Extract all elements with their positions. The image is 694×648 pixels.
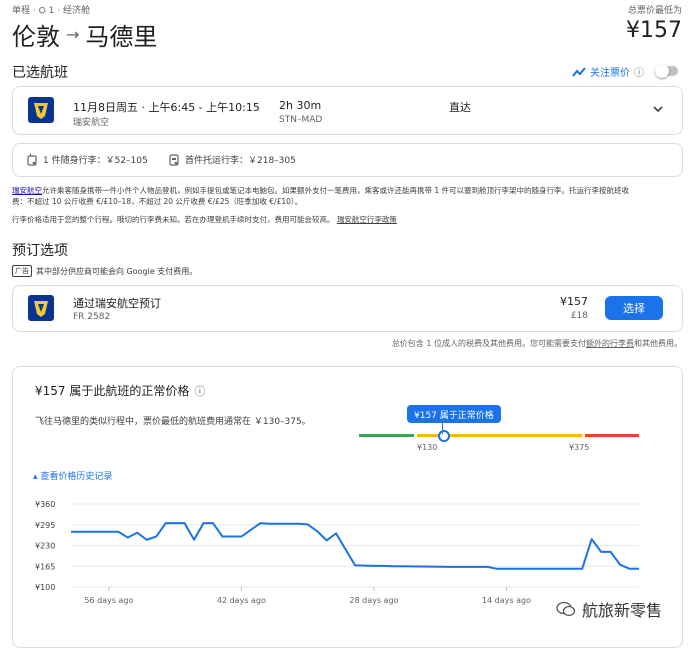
flight-number: FR 2582 [73,312,111,322]
carry-on-info: 1 件随身行李：￥52–105 [27,153,148,166]
track-prices[interactable]: 关注票价 ⓘ [572,64,644,79]
ad-text: 其中部分供应商可能会向 Google 支付费用。 [36,266,198,276]
ad-badge: 广告 [12,265,32,277]
baggage-note-line1: 瑞安航空允许乘客随身携带一件小件个人物品登机，例如手提包或笔记本电脑包。如果额外… [12,185,682,196]
y-tick-label: ¥165 [35,562,55,571]
wechat-icon [556,601,576,617]
view-price-history-link[interactable]: ▴ 查看价格历史记录 [33,469,112,482]
flight-airline: 瑞安航空 [73,118,110,128]
extra-baggage-fee-link[interactable]: 额外的行李费 [586,339,634,348]
info-icon[interactable]: ⓘ [194,383,205,399]
origin-city: 伦敦 [12,23,60,51]
y-tick-label: ¥230 [35,542,55,551]
y-tick-label: ¥295 [35,521,55,530]
footnote-text: 总价包含 1 位成人的税费及其他费用。您可能需要支付 [391,339,586,348]
range-low-label: ¥130 [417,443,438,452]
trend-icon [572,66,586,77]
insights-description: 飞往马德里的类似行程中，票价最低的航班费用通常在 ￥130–375。 [35,417,311,427]
range-high-segment [585,434,639,437]
price-marker [438,430,450,442]
booking-price-gbp: £18 [570,311,588,321]
chevron-down-icon[interactable] [651,101,665,120]
insights-title-row: ¥157 属于此航班的正常价格 ⓘ [35,382,205,399]
insights-title: ¥157 属于此航班的正常价格 [35,384,190,398]
total-price: ¥157 [626,18,682,43]
info-icon[interactable]: ⓘ [634,64,644,79]
x-tick-label: 56 days ago [84,596,133,605]
baggage-note-text3: 行李价格适用于您的整个行程。哦切的行李费未知。若在办理登机手续时支付，费用可能会… [12,215,335,224]
baggage-policy-link[interactable]: 瑞安航空行李政策 [337,215,397,224]
trip-meta: 单程 · ⛭ 1 · 经济舱 [12,6,90,16]
baggage-note-line3: 行李价格适用于您的整个行程。哦切的行李费未知。若在办理登机手续时支付，费用可能会… [12,214,682,225]
baggage-note-line2: 费：不超过 10 公斤收费 €/£10–18，不超过 20 公斤收费 €/£25… [12,197,303,206]
total-price-label: 总票价最低为 [627,6,682,16]
select-button[interactable]: 选择 [605,296,663,320]
route-title: 伦敦 → 马德里 [12,17,157,52]
flight-card[interactable]: 11月8日周五 · 上午6:45 - 上午10:15 瑞安航空 2h 30m S… [12,86,683,135]
destination-city: 马德里 [85,23,158,51]
booking-price: ¥157 [560,295,588,308]
selected-flights-title: 已选航班 [12,65,68,81]
x-tick-label: 14 days ago [482,596,531,605]
ryanair-logo-icon [28,295,54,325]
y-tick-label: ¥100 [35,583,55,592]
flight-duration: 2h 30m [279,99,322,112]
ryanair-link[interactable]: 瑞安航空 [12,186,42,195]
booking-option-card: 通过瑞安航空预订 FR 2582 ¥157 £18 选择 [12,285,683,332]
track-prices-label: 关注票价 [590,68,630,79]
arrow-right-icon: → [66,25,80,44]
provider-name: 通过瑞安航空预订 [73,297,161,310]
watermark-text: 航旅新零售 [582,601,663,620]
booking-footnote: 总价包含 1 位成人的税费及其他费用。您可能需要支付额外的行李费和其他费用。 [392,338,682,349]
checked-bag-icon [169,154,179,166]
range-high-label: ¥375 [569,443,590,452]
toggle-knob [655,64,669,78]
carry-on-text: 1 件随身行李：￥52–105 [43,156,148,166]
footnote-end: 和其他费用。 [634,339,682,348]
ad-disclosure: 广告 其中部分供应商可能会向 Google 支付费用。 [12,265,197,277]
watermark: 航旅新零售 [556,597,662,621]
badge-pointer [442,423,443,434]
ryanair-logo-icon [28,97,54,123]
flight-datetime: 11月8日周五 · 上午6:45 - 上午10:15 [73,101,260,114]
x-tick-label: 42 days ago [217,596,266,605]
carry-on-bag-icon [27,153,37,166]
y-tick-label: ¥360 [35,500,55,509]
track-toggle[interactable] [655,64,678,78]
x-tick-label: 28 days ago [349,596,398,605]
checked-bag-text: 首件托运行李：￥218–305 [185,156,296,166]
checked-bag-info: 首件托运行李：￥218–305 [169,153,296,166]
range-low-segment [359,434,414,437]
baggage-note-text1: 允许乘客随身携带一件小件个人物品登机，例如手提包或笔记本电脑包。如果额外支付一笔… [42,186,630,195]
price-range-bar [359,430,639,442]
booking-options-title: 预订选项 [12,243,68,259]
price-status-badge: ¥157 属于正常价格 [407,405,501,423]
flight-stops: 直达 [449,101,471,114]
baggage-card: 1 件随身行李：￥52–105 首件托运行李：￥218–305 [12,143,683,177]
flight-route: STN–MAD [279,115,323,125]
